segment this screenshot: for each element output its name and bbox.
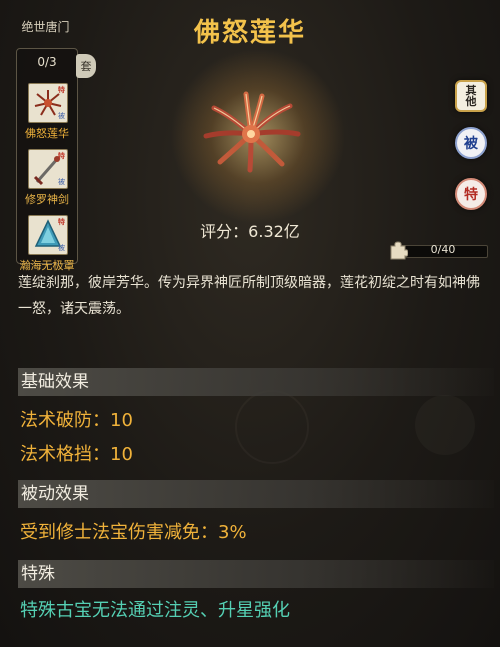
tag-passive-mini: 被 (58, 112, 65, 120)
tag-special-icon[interactable]: 特 (455, 178, 487, 210)
attr-special-note: 特殊古宝无法通过注灵、升星强化 (20, 600, 290, 621)
lotus-treasure-icon (196, 86, 306, 176)
lotus-thumbnail-icon: 特 被 (28, 83, 68, 123)
tag-passive-icon[interactable]: 被 (455, 127, 487, 159)
sword-thumbnail-icon: 特 被 (28, 149, 68, 189)
background-decoration (235, 390, 309, 464)
set-item-sword[interactable]: 特 被 修罗神剑 (20, 149, 74, 211)
item-score: 评分：6.32亿 (200, 222, 300, 241)
attr-damage-reduction: 受到修士法宝伤害减免：3% (20, 522, 247, 543)
set-toggle-button[interactable]: 套 (76, 54, 96, 78)
fragment-progress: 0/40 (388, 240, 488, 260)
set-item-label: 佛怒莲华 (25, 127, 69, 140)
set-item-label: 修罗神剑 (25, 193, 69, 206)
attr-magic-penetration: 法术破防：10 (20, 410, 133, 431)
section-header-passive: 被动效果 (18, 480, 494, 508)
set-count: 0/3 (37, 55, 57, 69)
background-decoration (415, 395, 475, 455)
puzzle-piece-icon (390, 241, 408, 260)
tag-other-icon[interactable]: 其他 (455, 80, 487, 112)
attr-magic-block: 法术格挡：10 (20, 444, 133, 465)
tag-special-mini: 特 (58, 152, 65, 160)
tag-passive-mini: 被 (58, 178, 65, 186)
set-item-lotus[interactable]: 特 被 佛怒莲华 (20, 83, 74, 145)
tag-passive-mini: 被 (58, 244, 65, 252)
progress-text: 0/40 (430, 243, 456, 256)
item-description: 莲绽刹那，彼岸芳华。传为异界神匠所制顶级暗器，莲花初绽之时有如神佛一怒，诸天震荡… (18, 275, 480, 317)
tag-special-mini: 特 (58, 86, 65, 94)
item-title: 佛怒莲华 (193, 18, 306, 48)
section-header-special: 特殊 (18, 560, 494, 588)
section-header-basic: 基础效果 (18, 368, 494, 396)
